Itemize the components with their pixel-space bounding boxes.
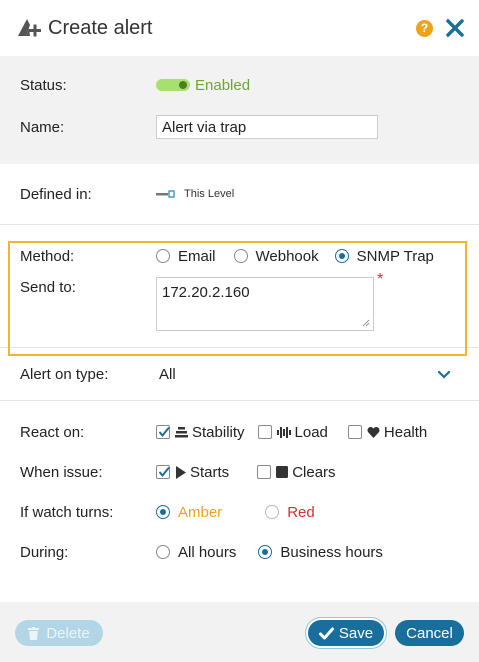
status-toggle[interactable] [156,79,190,91]
close-icon[interactable] [445,18,465,38]
radio-red[interactable] [265,505,280,519]
checkbox-load[interactable] [257,425,272,439]
send-to-value: 172.20.2.160 [162,284,250,301]
checkbox-stability[interactable] [156,425,170,439]
checkbox-health[interactable] [347,425,362,439]
divider [0,224,479,225]
cancel-button-label: Cancel [406,624,453,642]
save-button[interactable]: Save [308,620,384,646]
react-option-health[interactable]: Health [347,423,428,441]
delete-button[interactable]: Delete [15,620,103,646]
play-icon [176,465,186,479]
dialog-header: Create alert ? [0,0,479,56]
status-row: Status: Enabled [0,70,479,100]
defined-in-row: Defined in: This Level [0,164,479,224]
dialog-footer: Delete Save Cancel [0,602,479,662]
general-section: Status: Enabled Name: [0,56,479,164]
load-icon [276,426,291,438]
help-icon[interactable]: ? [416,19,433,37]
chevron-down-icon[interactable] [437,370,451,379]
radio-all-hours[interactable] [156,545,170,559]
defined-in-label: Defined in: [20,185,92,203]
alert-type-select[interactable]: All [159,366,437,383]
cancel-button[interactable]: Cancel [395,620,464,646]
issue-option-starts[interactable]: Starts [156,464,229,481]
checkmark-icon [318,627,334,639]
defined-in-value: This Level [184,188,235,200]
create-alert-dialog: Create alert ? Status: Enabled Name: Def… [0,0,479,662]
send-to-textarea[interactable]: 172.20.2.160 [156,277,374,331]
trash-icon [28,626,40,640]
divider [0,400,479,401]
heart-icon [367,426,380,438]
level-icon [156,190,175,198]
radio-email[interactable] [156,249,170,263]
during-option-all-hours-label: All hours [178,543,237,561]
when-issue-label: When issue: [20,463,103,481]
watch-option-amber[interactable]: Amber [156,504,222,521]
watch-option-red-label: Red [287,503,315,521]
alert-type-label: Alert on type: [20,365,109,383]
during-option-business-hours[interactable]: Business hours [258,544,383,561]
during-label: During: [20,543,69,561]
react-on-label: React on: [20,423,85,441]
during-row: During: All hours Business hours [0,532,479,572]
watch-option-amber-label: Amber [178,503,223,521]
checkbox-clears[interactable] [257,465,272,479]
watch-turns-label: If watch turns: [20,503,114,521]
issue-option-starts-label: Starts [190,463,230,481]
status-value: Enabled [195,76,251,94]
issue-option-clears[interactable]: Clears [257,463,336,481]
radio-amber[interactable] [156,505,170,519]
stop-icon [276,466,289,478]
react-option-load-label: Load [294,423,328,441]
react-option-stability[interactable]: Stability [156,424,245,441]
during-option-business-hours-label: Business hours [280,543,383,561]
name-label: Name: [20,118,65,136]
react-option-health-label: Health [383,423,428,441]
stability-icon [175,426,188,437]
react-on-row: React on: Stability Load Health [0,412,479,452]
status-label: Status: [20,76,67,94]
delete-button-label: Delete [46,624,90,642]
react-option-load[interactable]: Load [257,423,328,441]
name-input[interactable] [156,115,378,139]
resize-handle-icon[interactable] [362,319,370,327]
radio-business-hours[interactable] [258,545,273,559]
watch-turns-row: If watch turns: Amber Red [0,492,479,532]
issue-option-clears-label: Clears [292,463,336,481]
save-button-label: Save [338,624,374,642]
add-alert-icon [18,19,41,37]
dialog-title: Create alert [48,16,153,39]
when-issue-row: When issue: Starts Clears [0,452,479,492]
watch-option-red[interactable]: Red [265,504,315,521]
react-option-stability-label: Stability [192,423,245,441]
during-option-all-hours[interactable]: All hours [156,544,236,561]
radio-snmp-trap[interactable] [334,249,349,263]
checkbox-starts[interactable] [156,465,170,479]
name-row: Name: [0,112,479,142]
radio-webhook[interactable] [233,249,248,263]
